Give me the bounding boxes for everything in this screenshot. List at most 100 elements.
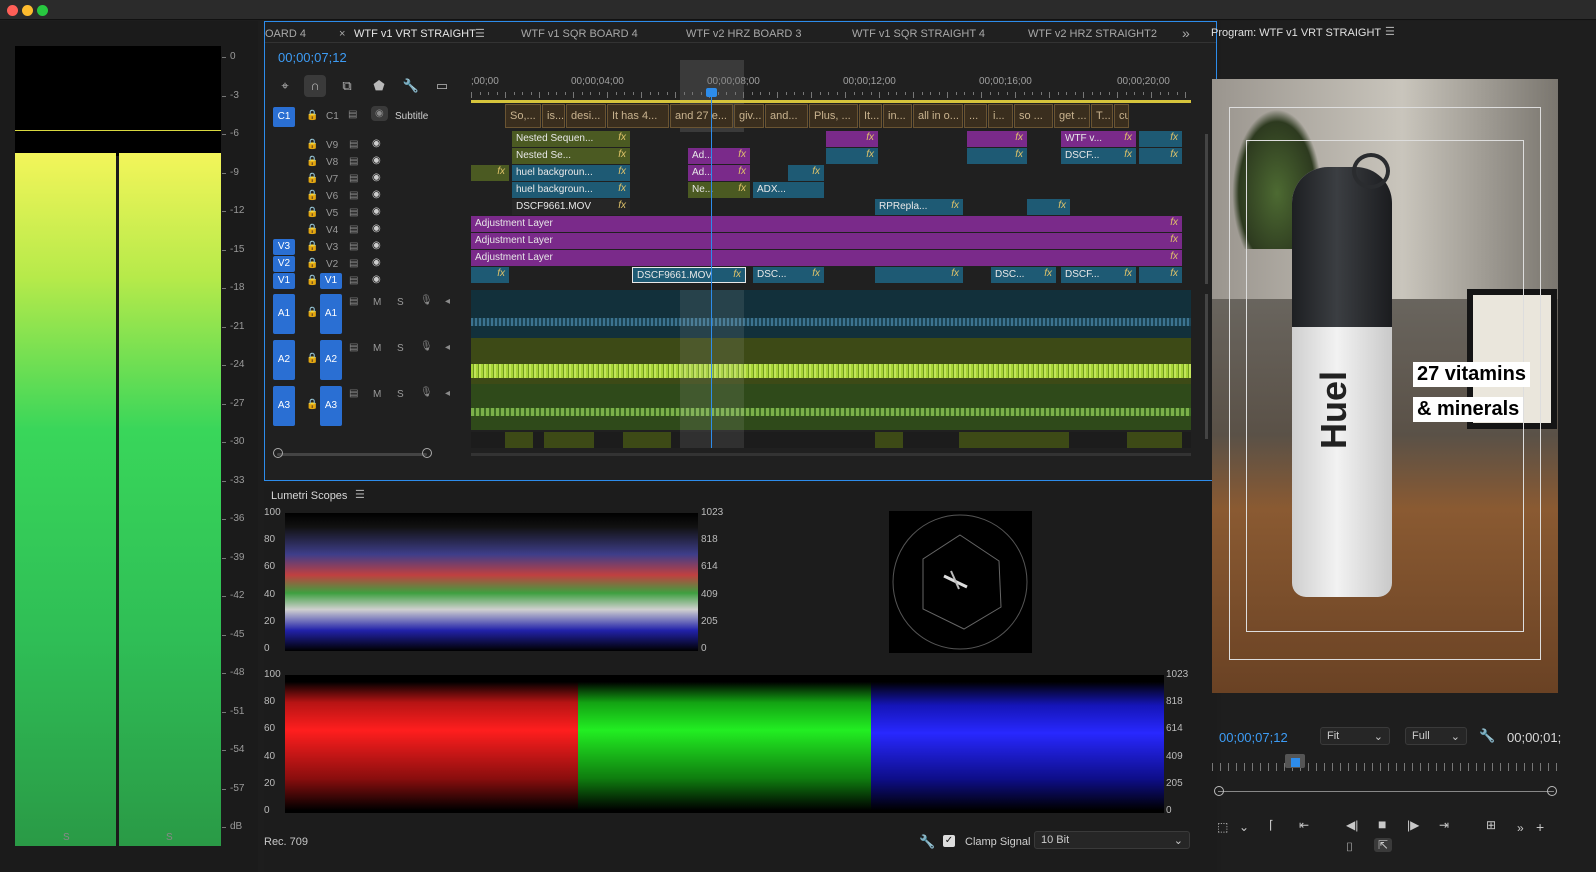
linked-selection-icon[interactable]: ⧉	[336, 75, 358, 97]
comparison-view-icon[interactable]: ⇱	[1374, 838, 1393, 852]
work-area-bar[interactable]	[471, 100, 1191, 103]
track-collapse-icon[interactable]: ◂	[445, 296, 450, 307]
subtitle-clip[interactable]: all in o...	[913, 104, 963, 128]
eye-icon[interactable]: ◉	[372, 206, 381, 217]
subtitle-clip[interactable]: ...	[964, 104, 987, 128]
clip-v7-blue[interactable]: fx	[788, 165, 824, 181]
mute-button[interactable]: M	[373, 297, 381, 308]
clip-ne-v6[interactable]: Ne... fx	[688, 182, 750, 198]
add-marker-icon[interactable]: ⬟	[368, 75, 390, 97]
source-patch-v1[interactable]: V1	[273, 273, 295, 289]
sync-lock-icon[interactable]: ▤	[349, 224, 358, 235]
scopes-settings-wrench-icon[interactable]: 🔧	[919, 834, 935, 850]
captions-icon[interactable]: ▭	[431, 75, 453, 97]
solo-button[interactable]: S	[397, 389, 404, 400]
sync-lock-icon[interactable]: ▤	[349, 173, 358, 184]
subtitle-clip[interactable]: is...	[542, 104, 565, 128]
lock-icon[interactable]: 🔒	[306, 258, 318, 269]
target-a1[interactable]: A1	[320, 294, 342, 334]
timeline-scroll-track[interactable]	[471, 453, 1191, 456]
program-scroll-handle-left[interactable]	[1214, 786, 1224, 796]
program-menu-icon[interactable]: ☰	[1385, 25, 1395, 38]
subtitle-clip[interactable]: T...	[1091, 104, 1113, 128]
tab-wtf-v1-sqr-straight4[interactable]: WTF v1 SQR STRAIGHT 4	[852, 28, 985, 40]
video-vertical-scrollbar[interactable]	[1205, 134, 1208, 284]
program-time-ruler[interactable]	[1212, 763, 1558, 771]
clip-dscf9661-v5[interactable]: DSCF9661.MOV fx	[512, 199, 630, 215]
sync-lock-icon[interactable]: ▤	[349, 275, 358, 286]
go-to-in-icon[interactable]: ⇤	[1299, 818, 1309, 832]
sync-lock-icon[interactable]: ▤	[349, 241, 358, 252]
source-patch-v3[interactable]: V3	[273, 239, 295, 255]
snap-magnet-icon[interactable]: ∩	[304, 75, 326, 97]
timeline-timecode[interactable]: 00;00;07;12	[278, 50, 347, 65]
clip-wtf-v9[interactable]: WTF v... fx	[1061, 131, 1136, 147]
stop-icon[interactable]: ■	[1378, 816, 1386, 832]
solo-right-button[interactable]: S	[166, 832, 173, 843]
sync-lock-icon[interactable]: ▤	[349, 139, 358, 150]
subtitle-hide-icon[interactable]: ◉	[371, 106, 388, 121]
caption-line-2[interactable]: & minerals	[1413, 397, 1524, 422]
lock-icon[interactable]: 🔒	[306, 353, 318, 364]
audio-clip-a4[interactable]	[471, 432, 1191, 448]
audio-vertical-scrollbar[interactable]	[1205, 294, 1208, 439]
eye-icon[interactable]: ◉	[372, 189, 381, 200]
clip-v1-blue2[interactable]: fx	[875, 267, 963, 283]
zoom-handle-left[interactable]	[273, 448, 283, 458]
lock-icon[interactable]: 🔒	[306, 139, 318, 150]
program-video-frame[interactable]: Huel 27 vitamins & minerals	[1212, 79, 1558, 693]
sync-lock-icon[interactable]: ▤	[349, 190, 358, 201]
eye-icon[interactable]: ◉	[372, 138, 381, 149]
audio-clip-a3[interactable]	[471, 384, 1191, 430]
track-collapse-icon[interactable]: ◂	[445, 342, 450, 353]
voice-over-mic-icon[interactable]: 🎙	[420, 387, 433, 398]
minimize-window-icon[interactable]	[22, 5, 33, 16]
scopes-menu-icon[interactable]: ☰	[355, 488, 365, 501]
close-window-icon[interactable]	[7, 5, 18, 16]
eye-icon[interactable]: ◉	[372, 172, 381, 183]
lock-icon[interactable]: 🔒	[306, 241, 318, 252]
safe-margins-icon[interactable]: ⬚	[1217, 820, 1228, 834]
target-a3[interactable]: A3	[320, 386, 342, 426]
eye-icon[interactable]: ◉	[372, 223, 381, 234]
sync-lock-icon[interactable]: ▤	[349, 342, 358, 353]
caption-line-1[interactable]: 27 vitamins	[1413, 362, 1530, 387]
go-to-out-icon[interactable]: ⇥	[1439, 818, 1449, 832]
eye-icon[interactable]: ◉	[372, 274, 381, 285]
resolution-dropdown[interactable]: Full ⌄	[1405, 727, 1467, 745]
clip-rpreplace-v5[interactable]: RPRepla... fx	[875, 199, 963, 215]
sync-lock-icon[interactable]: ▤	[349, 207, 358, 218]
zoom-handle-right[interactable]	[422, 448, 432, 458]
subtitle-clip[interactable]: desi...	[566, 104, 606, 128]
lock-icon[interactable]: 🔒	[306, 275, 318, 286]
tab-wtf-v1-vrt-straight[interactable]: WTF v1 VRT STRAIGHT	[354, 28, 476, 40]
subtitle-clip[interactable]: i...	[988, 104, 1013, 128]
insert-nest-icon[interactable]: ⌖	[274, 75, 296, 97]
close-tab-icon[interactable]: ×	[339, 28, 345, 40]
subtitle-clip[interactable]: cu	[1114, 104, 1129, 128]
eye-icon[interactable]: ◉	[372, 257, 381, 268]
more-controls-icon[interactable]: »	[1517, 821, 1524, 835]
lock-icon[interactable]: 🔒	[306, 224, 318, 235]
clip-adjustment-layer-v4[interactable]: Adjustment Layer fx	[471, 216, 1182, 232]
sync-lock-icon[interactable]: ▤	[349, 388, 358, 399]
playhead-handle[interactable]	[706, 88, 717, 97]
clip-v1-blue3[interactable]: fx	[1139, 267, 1182, 283]
more-tabs-icon[interactable]: »	[1182, 25, 1190, 41]
lock-icon[interactable]: 🔒	[306, 399, 318, 410]
step-forward-icon[interactable]: |▶	[1407, 818, 1419, 832]
clamp-signal-checkbox[interactable]: ✓	[943, 835, 955, 847]
sync-lock-icon[interactable]: ▤	[349, 156, 358, 167]
mute-button[interactable]: M	[373, 343, 381, 354]
clip-nested-sequence-v9[interactable]: Nested Sequen... fx	[512, 131, 630, 147]
tab-wtf-v1-sqr-board4[interactable]: WTF v1 SQR BOARD 4	[521, 28, 638, 40]
program-scroll-track[interactable]	[1218, 791, 1554, 792]
clip-v9-purple2[interactable]: fx	[967, 131, 1027, 147]
source-patch-v2[interactable]: V2	[273, 256, 295, 272]
subtitle-lock-icon[interactable]: 🔒	[306, 110, 318, 121]
source-patch-a1[interactable]: A1	[273, 294, 295, 334]
clip-dscf9661-v1-selected[interactable]: DSCF9661.MOV fx	[632, 267, 746, 283]
solo-button[interactable]: S	[397, 343, 404, 354]
tab-menu-icon[interactable]: ☰	[475, 27, 485, 40]
bit-depth-dropdown[interactable]: 10 Bit ⌄	[1034, 831, 1190, 849]
